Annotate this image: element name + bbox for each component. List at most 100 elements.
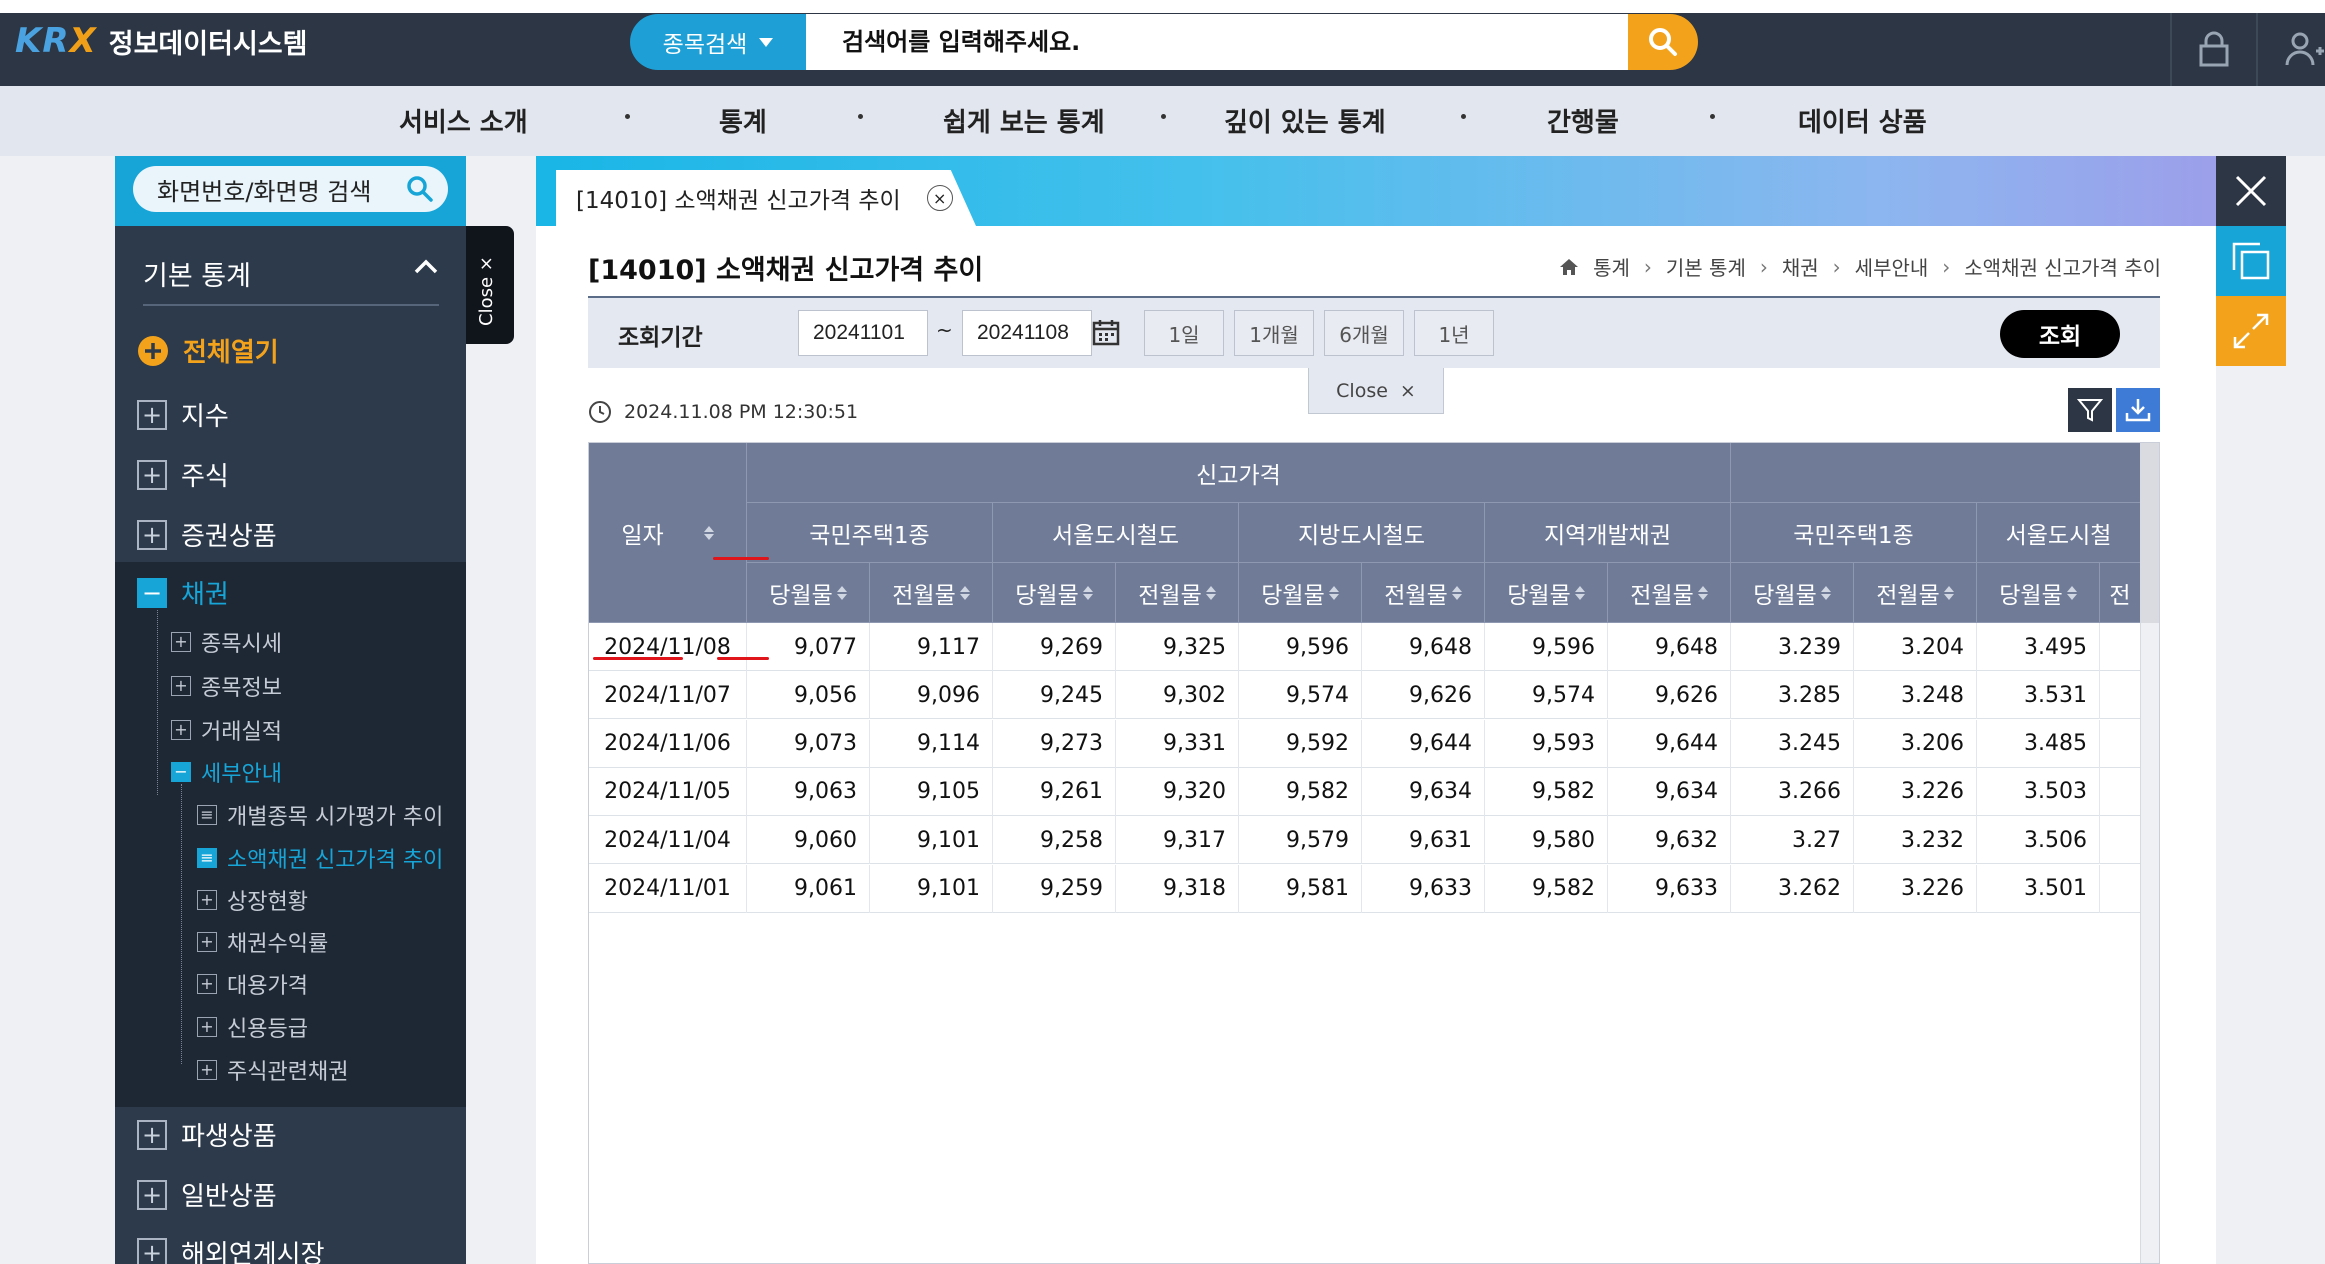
calendar-icon xyxy=(1092,320,1120,346)
sidebar-item-securities-products[interactable]: + 증권상품 xyxy=(137,516,277,553)
nav-service-intro[interactable]: 서비스 소개 xyxy=(399,102,528,139)
period-6month-button[interactable]: 6개월 xyxy=(1324,310,1404,356)
sidebar-sub-item-info[interactable]: + 종목정보 xyxy=(171,670,282,702)
cell-value: 9,574 xyxy=(1239,671,1362,720)
column-header[interactable]: 전월물 xyxy=(1116,563,1239,623)
sort-icon[interactable] xyxy=(837,586,847,600)
lock-button[interactable] xyxy=(2190,25,2238,73)
search-category-select[interactable]: 종목검색 xyxy=(630,14,806,70)
nav-deep-statistics[interactable]: 깊이 있는 통계 xyxy=(1224,102,1386,139)
sort-icon[interactable] xyxy=(704,526,714,540)
sidebar-close-tab[interactable]: Close × xyxy=(466,226,514,344)
sidebar-leaf-credit-rating[interactable]: + 신용등급 xyxy=(197,1011,308,1043)
home-icon[interactable] xyxy=(1559,258,1579,276)
search-category-label: 종목검색 xyxy=(662,32,748,58)
column-header-date[interactable]: 일자 xyxy=(589,443,747,623)
table-row[interactable]: 2024/11/06 9,073 9,114 9,273 9,331 9,592 9,644… xyxy=(589,719,2159,768)
column-header[interactable]: 당월물 xyxy=(993,563,1116,623)
tab-14010[interactable]: [14010] 소액채권 신고가격 추이 × xyxy=(556,170,976,226)
period-1month-button[interactable]: 1개월 xyxy=(1234,310,1314,356)
column-header[interactable]: 전월물 xyxy=(1854,563,1977,623)
sidebar-leaf-substitute-price[interactable]: + 대용가격 xyxy=(197,968,308,1000)
column-header[interactable]: 전월물 xyxy=(1362,563,1485,623)
sidebar-item-derivatives[interactable]: + 파생상품 xyxy=(137,1116,277,1153)
sidebar-item-index[interactable]: + 지수 xyxy=(137,396,229,433)
sort-icon[interactable] xyxy=(1206,586,1216,600)
end-date-input[interactable] xyxy=(962,310,1092,356)
sort-icon[interactable] xyxy=(1821,586,1831,600)
column-header[interactable]: 당월물 xyxy=(1977,563,2100,623)
sidebar-leaf-valuation-trend[interactable]: ≡ 개별종목 시가평가 추이 xyxy=(197,799,443,831)
sidebar-sub-label: 세부안내 xyxy=(201,762,282,787)
nav-data-products[interactable]: 데이터 상품 xyxy=(1798,102,1927,139)
column-header[interactable]: 당월물 xyxy=(1239,563,1362,623)
sort-icon[interactable] xyxy=(1329,586,1339,600)
screen-search-input[interactable]: 화면번호/화면명 검색 xyxy=(133,166,448,212)
table-row[interactable]: 2024/11/08 9,077 9,117 9,269 9,325 9,596 9,648… xyxy=(589,623,2159,671)
sidebar-item-bond[interactable]: − 채권 xyxy=(137,574,229,611)
search-submit-button[interactable]: 조회 xyxy=(2000,310,2120,358)
close-all-button[interactable] xyxy=(2216,156,2286,226)
sidebar-item-commodities[interactable]: + 일반상품 xyxy=(137,1176,277,1213)
sidebar-sub-item-detail[interactable]: − 세부안내 xyxy=(171,756,282,788)
logo[interactable]: KRX 정보데이터시스템 xyxy=(15,21,307,61)
sort-icon[interactable] xyxy=(2067,586,2077,600)
sidebar-sub-item-trading[interactable]: + 거래실적 xyxy=(171,714,282,746)
calendar-button[interactable] xyxy=(1088,312,1124,352)
sidebar-leaf-yield[interactable]: + 채권수익률 xyxy=(197,926,328,958)
add-user-button[interactable] xyxy=(2280,25,2325,73)
query-close-button[interactable]: Close × xyxy=(1308,368,1444,414)
column-header[interactable]: 당월물 xyxy=(1731,563,1854,623)
breadcrumb-item[interactable]: 세부안내 xyxy=(1855,252,1929,281)
nav-publications[interactable]: 간행물 xyxy=(1547,102,1619,139)
sidebar-leaf-equity-linked[interactable]: + 주식관련채권 xyxy=(197,1054,348,1086)
search-icon[interactable] xyxy=(406,175,434,203)
sidebar-item-overseas[interactable]: + 해외연계시장 xyxy=(137,1234,325,1264)
period-1day-button[interactable]: 1일 xyxy=(1144,310,1224,356)
column-header[interactable]: 전월물 xyxy=(1608,563,1731,623)
expand-all-button[interactable]: 전체열기 xyxy=(137,332,279,369)
close-icon[interactable]: × xyxy=(926,185,953,211)
nav-statistics[interactable]: 통계 xyxy=(719,102,767,139)
breadcrumb-item[interactable]: 채권 xyxy=(1782,252,1819,281)
sort-icon[interactable] xyxy=(1083,586,1093,600)
sort-icon[interactable] xyxy=(960,586,970,600)
nav-separator xyxy=(858,114,863,119)
lock-icon xyxy=(2199,31,2229,67)
sort-icon[interactable] xyxy=(1698,586,1708,600)
global-search: 종목검색 xyxy=(630,14,1698,70)
column-header[interactable]: 당월물 xyxy=(1485,563,1608,623)
table-row[interactable]: 2024/11/04 9,060 9,101 9,258 9,317 9,579 9,631… xyxy=(589,816,2159,865)
chevron-up-icon[interactable] xyxy=(413,256,439,276)
breadcrumb-item[interactable]: 기본 통계 xyxy=(1666,252,1746,281)
sidebar-leaf-small-bond-price[interactable]: ≡ 소액채권 신고가격 추이 xyxy=(197,842,443,874)
search-input[interactable] xyxy=(806,14,1628,70)
new-window-button[interactable] xyxy=(2216,226,2286,296)
sidebar-sub-item-quotes[interactable]: + 종목시세 xyxy=(171,626,282,658)
sort-icon[interactable] xyxy=(1452,586,1462,600)
nav-easy-statistics[interactable]: 쉽게 보는 통계 xyxy=(943,102,1105,139)
expand-button[interactable] xyxy=(2216,296,2286,366)
scrollbar-thumb[interactable] xyxy=(2141,443,2159,623)
cell-value: 9,331 xyxy=(1116,719,1239,768)
column-header[interactable]: 전 xyxy=(2100,563,2141,623)
filter-button[interactable] xyxy=(2068,388,2112,432)
sort-icon[interactable] xyxy=(1944,586,1954,600)
search-button[interactable] xyxy=(1628,14,1698,70)
table-scrollbar[interactable] xyxy=(2140,443,2159,1263)
column-header[interactable]: 당월물 xyxy=(747,563,870,623)
sidebar-leaf-label: 개별종목 시가평가 추이 xyxy=(227,805,444,830)
breadcrumb-item[interactable]: 통계 xyxy=(1593,252,1630,281)
sidebar-sub-label: 종목시세 xyxy=(201,632,282,657)
sort-icon[interactable] xyxy=(1575,586,1585,600)
sidebar-item-stock[interactable]: + 주식 xyxy=(137,456,229,493)
download-button[interactable] xyxy=(2116,388,2160,432)
sidebar-leaf-listing[interactable]: + 상장현황 xyxy=(197,884,308,916)
table-row[interactable]: 2024/11/07 9,056 9,096 9,245 9,302 9,574 9,626… xyxy=(589,671,2159,720)
column-header[interactable]: 전월물 xyxy=(870,563,993,623)
table-row[interactable]: 2024/11/01 9,061 9,101 9,259 9,318 9,581 9,633… xyxy=(589,864,2159,913)
period-1year-button[interactable]: 1년 xyxy=(1414,310,1494,356)
start-date-input[interactable] xyxy=(798,310,928,356)
breadcrumb-item[interactable]: 소액채권 신고가격 추이 xyxy=(1964,252,2161,281)
table-row[interactable]: 2024/11/05 9,063 9,105 9,261 9,320 9,582 9,634… xyxy=(589,767,2159,816)
